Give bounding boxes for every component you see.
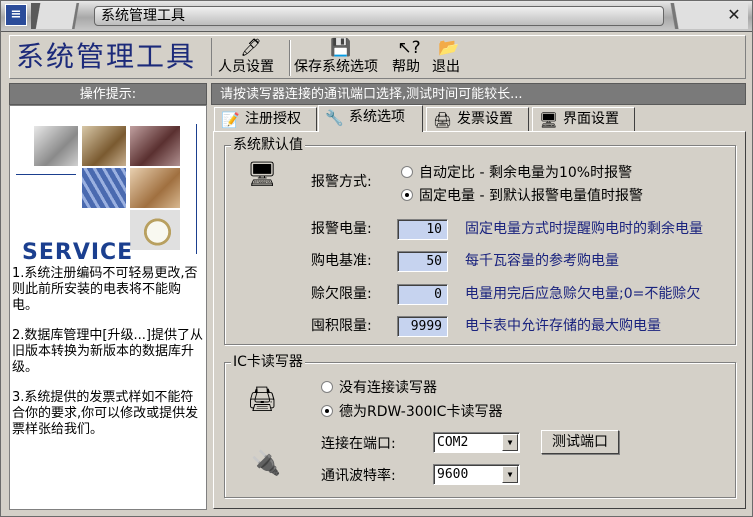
ic-reader-group: IC卡读写器 🖨 没有连接读写器 德为RDW-300IC卡读写器 🔌 连接在端口… <box>224 354 736 498</box>
hint-bar: 请按读写器连接的通讯端口选择,测试时间可能较长... <box>211 83 746 105</box>
help-label: 帮助 <box>392 59 420 75</box>
tab-interface[interactable]: 🖥 界面设置 <box>532 107 635 131</box>
rdw300-reader-radio[interactable]: 德为RDW-300IC卡读写器 <box>321 401 502 421</box>
main-window: ≡ 系统管理工具 ✕ 系统管理工具 🖊 人员设置 💾 保存系统选项 ↖? 帮助 … <box>0 0 753 517</box>
options-icon: 🔧 <box>325 109 344 127</box>
alarm-amount-desc: 固定电量方式时提醒购电时的剩余电量 <box>465 221 703 237</box>
service-collage-image: SERVICE <box>16 124 202 265</box>
tip-item: 1.系统注册编码不可轻易更改,否则此前所安装的电表将不能购电。 <box>12 266 198 313</box>
storage-limit-label: 囤积限量: <box>311 318 372 334</box>
app-brand-title: 系统管理工具 <box>16 38 212 76</box>
toolbar: 系统管理工具 🖊 人员设置 💾 保存系统选项 ↖? 帮助 📂 退出 <box>9 35 746 79</box>
screen-icon: 🖥 <box>539 111 559 129</box>
rdw300-reader-label: 德为RDW-300IC卡读写器 <box>339 404 503 420</box>
ic-reader-group-title: IC卡读写器 <box>231 354 305 370</box>
exit-button[interactable]: 📂 退出 <box>432 38 466 78</box>
alarm-mode-label: 报警方式: <box>311 174 372 190</box>
title-bar[interactable]: ≡ 系统管理工具 ✕ <box>1 1 752 32</box>
tab-system-options[interactable]: 🔧 系统选项 <box>318 105 423 132</box>
radio-dot-selected <box>321 405 333 417</box>
credit-limit-desc: 电量用完后应急赊欠电量;0=不能赊欠 <box>465 286 701 302</box>
serial-port-icon: 🔌 <box>251 449 281 477</box>
port-select[interactable]: COM2 ▼ <box>433 432 520 453</box>
exit-folder-icon: 📂 <box>438 38 460 58</box>
chevron-down-icon[interactable]: ▼ <box>502 434 518 451</box>
save-options-label: 保存系统选项 <box>294 59 378 75</box>
toolbar-separator <box>289 40 291 76</box>
help-button[interactable]: ↖? 帮助 <box>392 38 426 78</box>
help-arrow-icon: ↖? <box>397 38 421 58</box>
port-label: 连接在端口: <box>321 436 396 452</box>
computer-icon: 🖥 <box>247 160 278 188</box>
tips-header: 操作提示: <box>9 83 207 105</box>
alarm-amount-label: 报警电量: <box>311 221 372 237</box>
alarm-fixed-radio[interactable]: 固定电量 - 到默认报警电量值时报警 <box>401 185 643 205</box>
app-icon[interactable]: ≡ <box>5 4 27 26</box>
storage-limit-input[interactable]: 9999 <box>397 316 448 337</box>
tab-register[interactable]: 📝 注册授权 <box>214 107 317 131</box>
no-reader-label: 没有连接读写器 <box>339 380 437 396</box>
tab-interface-label: 界面设置 <box>563 111 619 127</box>
tips-panel: SERVICE 1.系统注册编码不可轻易更改,否则此前所安装的电表将不能购电。 … <box>9 105 207 510</box>
tab-system-options-label: 系统选项 <box>349 109 405 125</box>
test-port-button[interactable]: 测试端口 <box>541 430 619 454</box>
staff-settings-label: 人员设置 <box>218 59 274 75</box>
radio-dot <box>321 381 333 393</box>
tab-invoice[interactable]: 🖨 发票设置 <box>426 107 529 131</box>
chevron-down-icon[interactable]: ▼ <box>502 466 518 483</box>
tab-panel: 系统默认值 🖥 报警方式: 自动定比 - 剩余电量为10%时报警 固定电量 - … <box>213 131 746 509</box>
purchase-base-label: 购电基准: <box>311 253 372 269</box>
register-icon: 📝 <box>221 111 240 129</box>
tab-invoice-label: 发票设置 <box>457 111 513 127</box>
radio-dot <box>401 166 413 178</box>
baud-rate-value: 9600 <box>437 467 469 482</box>
tip-item: 2.数据库管理中[升级...]提供了从旧版本转换为新版本的数据库升级。 <box>12 328 203 375</box>
storage-limit-desc: 电卡表中允许存储的最大购电量 <box>465 318 661 334</box>
service-text: SERVICE <box>22 240 134 265</box>
radio-dot-selected <box>401 189 413 201</box>
no-reader-radio[interactable]: 没有连接读写器 <box>321 377 437 397</box>
save-options-button[interactable]: 💾 保存系统选项 <box>294 38 388 78</box>
port-value: COM2 <box>437 435 469 450</box>
staff-settings-button[interactable]: 🖊 人员设置 <box>218 38 284 78</box>
defaults-group-title: 系统默认值 <box>231 137 305 153</box>
purchase-base-input[interactable]: 50 <box>397 251 448 272</box>
exit-label: 退出 <box>432 59 460 75</box>
alarm-fixed-label: 固定电量 - 到默认报警电量值时报警 <box>419 188 643 204</box>
defaults-group: 系统默认值 🖥 报警方式: 自动定比 - 剩余电量为10%时报警 固定电量 - … <box>224 137 736 345</box>
printer-icon: 🖨 <box>433 111 453 129</box>
alarm-auto-radio[interactable]: 自动定比 - 剩余电量为10%时报警 <box>401 162 632 182</box>
credit-limit-label: 赊欠限量: <box>311 286 372 302</box>
window-title: 系统管理工具 <box>94 6 664 26</box>
baud-rate-select[interactable]: 9600 ▼ <box>433 464 520 485</box>
card-reader-icon: 🖨 <box>247 385 278 413</box>
tips-list: 1.系统注册编码不可轻易更改,否则此前所安装的电表将不能购电。 2.数据库管理中… <box>12 266 206 452</box>
save-disk-icon: 💾 <box>330 38 352 58</box>
alarm-auto-label: 自动定比 - 剩余电量为10%时报警 <box>419 165 633 181</box>
title-bar-decoration <box>31 3 91 29</box>
tab-register-label: 注册授权 <box>245 111 301 127</box>
person-icon: 🖊 <box>240 38 262 58</box>
credit-limit-input[interactable]: 0 <box>397 284 448 305</box>
alarm-amount-input[interactable]: 10 <box>397 219 448 240</box>
tip-item: 3.系统提供的发票式样如不能符合你的要求,你可以修改或提供发票样张给我们。 <box>12 390 199 437</box>
close-icon[interactable]: ✕ <box>722 5 746 25</box>
purchase-base-desc: 每千瓦容量的参考购电量 <box>465 253 619 269</box>
baud-rate-label: 通讯波特率: <box>321 468 396 484</box>
